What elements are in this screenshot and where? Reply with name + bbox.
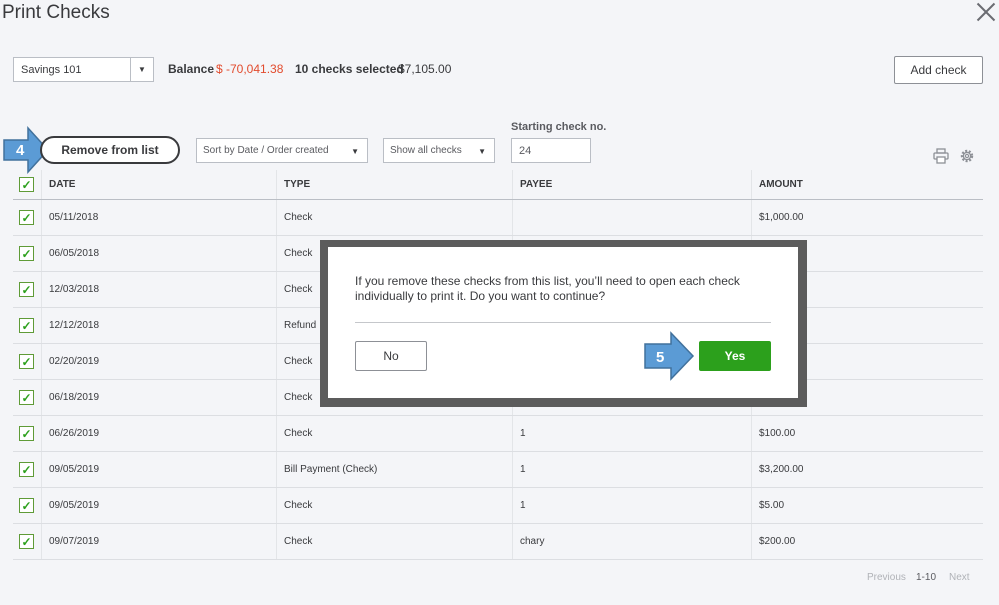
row-amount: $200.00 [759,536,796,547]
row-checkbox[interactable]: ✓ [19,534,34,549]
row-checkbox-cell: ✓ [13,416,42,451]
row-checkbox[interactable]: ✓ [19,354,34,369]
row-checkbox[interactable]: ✓ [19,282,34,297]
table-header-row: ✓ DATE TYPE PAYEE AMOUNT [13,170,983,200]
no-button[interactable]: No [355,341,427,371]
row-amount: $3,200.00 [759,464,804,475]
column-header-type[interactable]: TYPE [277,170,513,199]
row-checkbox-cell: ✓ [13,488,42,523]
column-header-date[interactable]: DATE [42,170,277,199]
chevron-down-icon: ▼ [130,58,153,81]
row-amount: $100.00 [759,428,796,439]
next-page-link[interactable]: Next [949,572,970,583]
close-icon[interactable] [974,0,998,24]
row-checkbox[interactable]: ✓ [19,390,34,405]
checks-selected-label: 10 checks selected [295,62,404,76]
step-5-label: 5 [656,349,664,366]
balance-label: Balance [168,62,215,76]
balance-value: $ -70,041.38 [216,62,284,76]
row-type: Bill Payment (Check) [277,452,513,487]
filter-select-value: Show all checks [390,145,462,156]
row-checkbox[interactable]: ✓ [19,318,34,333]
column-header-amount[interactable]: AMOUNT [752,170,983,199]
row-type: Check [277,488,513,523]
row-date: 12/03/2018 [42,272,277,307]
dialog-message: If you remove these checks from this lis… [355,274,740,303]
printer-icon[interactable] [933,148,949,164]
row-checkbox-cell: ✓ [13,452,42,487]
row-checkbox[interactable]: ✓ [19,426,34,441]
account-select[interactable]: Savings 101 ▼ [13,57,154,82]
row-checkbox-cell: ✓ [13,380,42,415]
step-4-label: 4 [16,142,25,159]
starting-check-input[interactable]: 24 [511,138,591,163]
row-payee: 1 [513,488,752,523]
row-date: 02/20/2019 [42,344,277,379]
table-row[interactable]: ✓ 09/05/2019 Bill Payment (Check) 1 $3,2… [13,452,983,488]
select-all-checkbox[interactable]: ✓ [19,177,34,192]
select-all-cell: ✓ [13,170,42,199]
checks-selected-total: $7,105.00 [398,62,452,76]
dialog-divider [355,322,771,323]
row-type: Check [277,200,513,235]
row-date: 06/18/2019 [42,380,277,415]
row-type: Check [277,416,513,451]
remove-from-list-button[interactable]: Remove from list [40,136,180,164]
page-range: 1-10 [916,572,937,583]
account-select-value: Savings 101 [21,63,82,76]
row-amount: $1,000.00 [759,212,804,223]
yes-button[interactable]: Yes [699,341,771,371]
chevron-down-icon: ▼ [351,147,359,156]
row-checkbox-cell: ✓ [13,272,42,307]
row-checkbox-cell: ✓ [13,236,42,271]
previous-page-link[interactable]: Previous [867,572,906,583]
row-date: 05/11/2018 [42,200,277,235]
sort-select[interactable]: Sort by Date / Order created ▼ [196,138,368,163]
table-row[interactable]: ✓ 09/05/2019 Check 1 $5.00 [13,488,983,524]
row-checkbox-cell: ✓ [13,344,42,379]
row-checkbox-cell: ✓ [13,524,42,559]
row-checkbox[interactable]: ✓ [19,210,34,225]
starting-check-label: Starting check no. [511,121,607,133]
chevron-down-icon: ▼ [478,147,486,156]
row-date: 09/07/2019 [42,524,277,559]
row-payee: 1 [513,416,752,451]
row-payee: 1 [513,452,752,487]
row-date: 09/05/2019 [42,488,277,523]
confirm-remove-dialog: If you remove these checks from this lis… [328,247,798,398]
row-date: 12/12/2018 [42,308,277,343]
row-payee: chary [513,524,752,559]
gear-icon[interactable] [959,148,975,164]
row-checkbox[interactable]: ✓ [19,498,34,513]
sort-select-value: Sort by Date / Order created [203,145,329,156]
row-date: 09/05/2019 [42,452,277,487]
column-header-payee[interactable]: PAYEE [513,170,752,199]
row-checkbox[interactable]: ✓ [19,462,34,477]
row-date: 06/26/2019 [42,416,277,451]
row-date: 06/05/2018 [42,236,277,271]
row-checkbox-cell: ✓ [13,308,42,343]
filter-select[interactable]: Show all checks ▼ [383,138,495,163]
row-checkbox-cell: ✓ [13,200,42,235]
row-amount: $5.00 [759,500,785,511]
table-row[interactable]: ✓ 06/26/2019 Check 1 $100.00 [13,416,983,452]
step-5-arrow-icon: 5 [644,331,695,381]
row-payee [513,200,752,235]
row-checkbox[interactable]: ✓ [19,246,34,261]
page-title: Print Checks [2,2,110,23]
table-row[interactable]: ✓ 05/11/2018 Check $1,000.00 [13,200,983,236]
row-type: Check [277,524,513,559]
add-check-button[interactable]: Add check [894,56,983,84]
table-row[interactable]: ✓ 09/07/2019 Check chary $200.00 [13,524,983,560]
